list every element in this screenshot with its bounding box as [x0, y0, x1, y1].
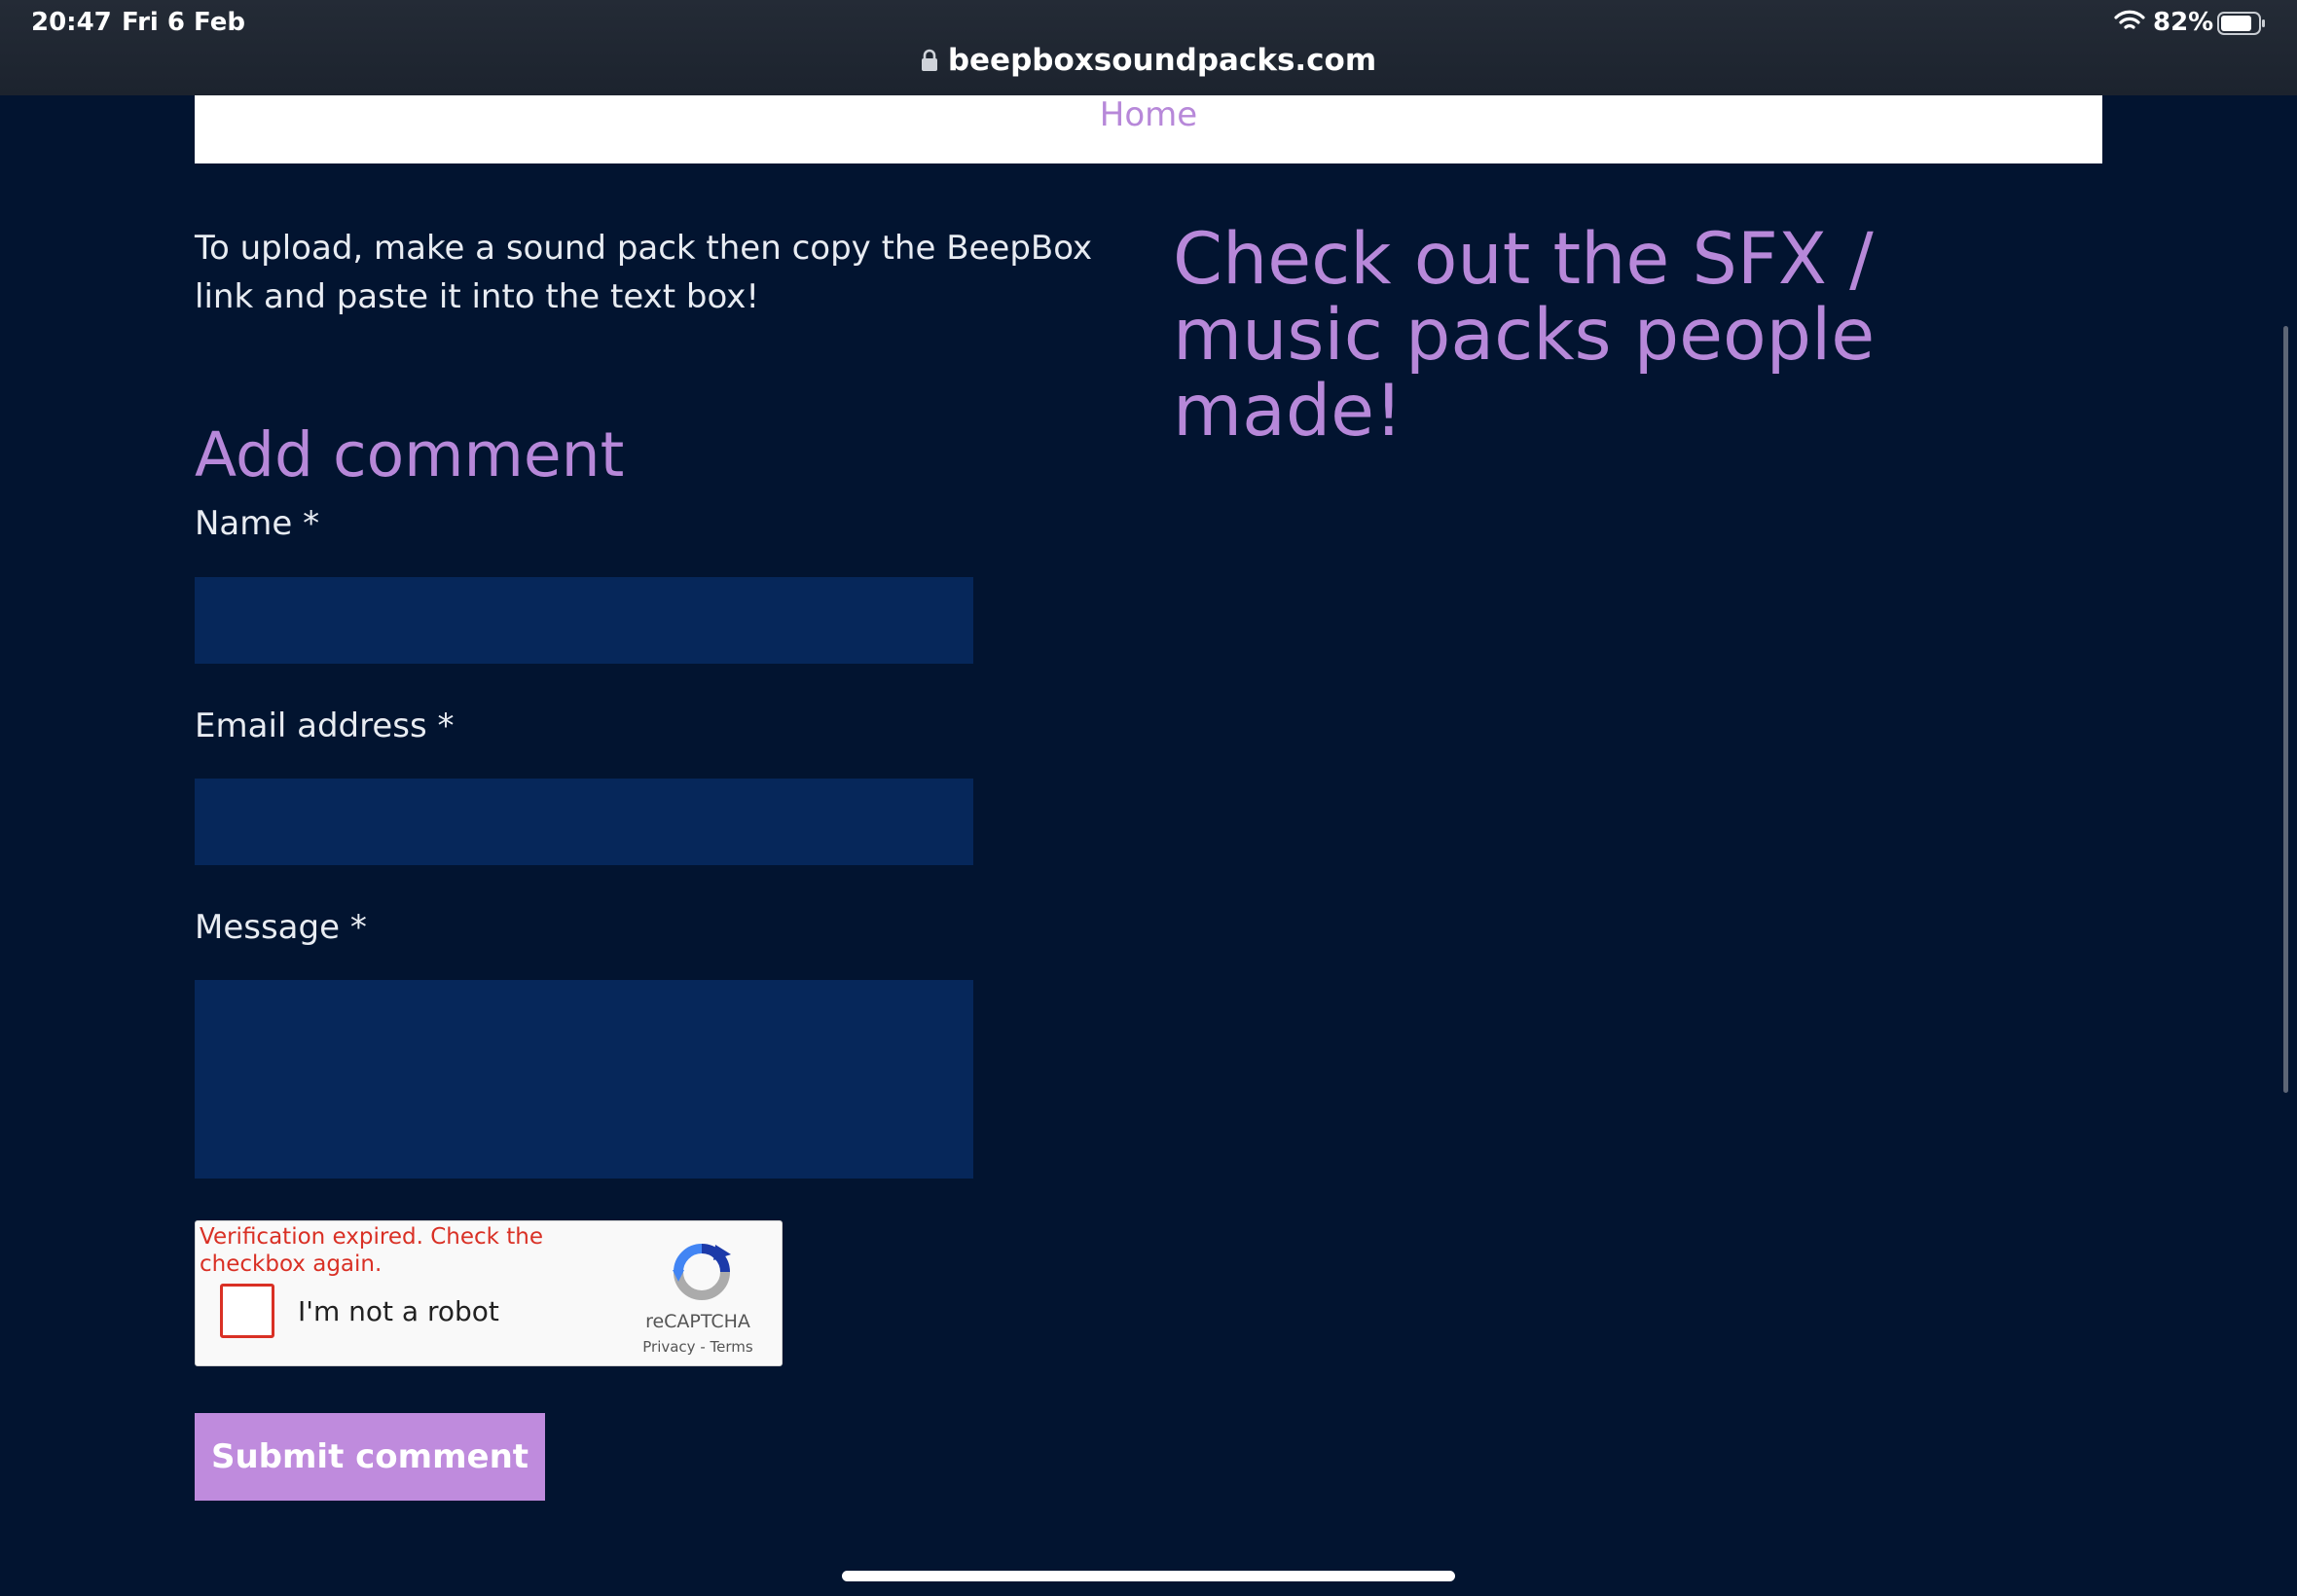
recaptcha-checkbox[interactable] — [220, 1284, 274, 1338]
add-comment-heading: Add comment — [195, 419, 625, 490]
recaptcha-privacy-link[interactable]: Privacy — [642, 1338, 695, 1356]
page-scrollbar[interactable] — [2283, 326, 2288, 1093]
status-date: Fri 6 Feb — [122, 8, 245, 37]
recaptcha-brand: reCAPTCHA — [645, 1311, 750, 1332]
email-label: Email address * — [195, 707, 455, 745]
email-input[interactable] — [195, 779, 973, 865]
wifi-icon — [2114, 10, 2145, 29]
status-bar: 20:47 Fri 6 Feb beepboxsoundpacks.com 82… — [0, 0, 2297, 95]
message-textarea[interactable] — [195, 980, 973, 1179]
submit-comment-button[interactable]: Submit comment — [195, 1413, 545, 1501]
recaptcha-checkbox-label: I'm not a robot — [298, 1295, 499, 1327]
recaptcha-logo-icon — [673, 1244, 731, 1300]
status-time: 20:47 — [31, 8, 112, 37]
address-bar[interactable]: beepboxsoundpacks.com — [0, 43, 2297, 78]
recaptcha-terms-link[interactable]: Terms — [711, 1338, 753, 1356]
nav-link-home[interactable]: Home — [195, 95, 2102, 134]
recaptcha-widget: Verification expired. Check the checkbox… — [195, 1220, 783, 1366]
name-input[interactable] — [195, 577, 973, 664]
recaptcha-links-separator: - — [700, 1338, 706, 1356]
home-indicator[interactable] — [842, 1571, 1455, 1581]
sound-packs-heading[interactable]: Check out the SFX / music packs people m… — [1173, 222, 2088, 450]
recaptcha-error-message: Verification expired. Check the checkbox… — [200, 1224, 544, 1277]
upload-instructions: To upload, make a sound pack then copy t… — [195, 229, 1093, 316]
lock-icon — [921, 49, 937, 71]
battery-icon — [2217, 12, 2265, 35]
url-text: beepboxsoundpacks.com — [947, 43, 1377, 78]
name-label: Name * — [195, 504, 320, 543]
recaptcha-links: Privacy - Terms — [624, 1338, 772, 1356]
site-navbar: Home — [195, 95, 2102, 163]
message-label: Message * — [195, 908, 367, 947]
battery-percentage: 82% — [2153, 8, 2214, 37]
